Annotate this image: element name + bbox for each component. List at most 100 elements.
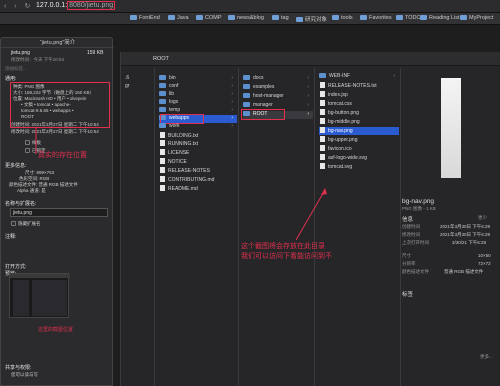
bookmark-item[interactable]: 研究对象 [296, 15, 327, 23]
more-button[interactable]: 更多... [480, 354, 493, 360]
annotation-screenshot-note-1: 这个截图将会存放在此目录 [241, 243, 325, 250]
bookmark-item[interactable]: news&blog [228, 15, 264, 21]
list-item[interactable]: BUILDING.txt [159, 132, 198, 140]
resolution-value: 72×72 [478, 261, 491, 266]
item-label: bin [169, 75, 176, 81]
list-item[interactable]: index.jsp [319, 91, 348, 99]
item-label: NOTICE [168, 159, 187, 165]
list-item[interactable]: docs › [243, 75, 313, 83]
annotation-thumb-note: 这里的截图位置 [38, 327, 74, 333]
opened-value: 3/30/21 下午6:28 [452, 240, 487, 245]
bookmark-item[interactable]: Favorites [360, 15, 392, 21]
folder-icon [420, 15, 427, 20]
more-info-section-label[interactable]: 更多信息: [5, 162, 26, 169]
bookmark-label: 研究对象 [305, 17, 328, 23]
list-item[interactable]: bg-upper.png [319, 136, 357, 144]
modified-label: 修改时间 [402, 232, 420, 237]
permission-text: 您可以读与写 [11, 372, 38, 377]
bookmark-item[interactable]: tools [332, 15, 353, 21]
list-item[interactable]: host-manager › [243, 93, 313, 101]
list-item[interactable]: work › [159, 123, 237, 131]
list-item[interactable]: lib › [159, 91, 237, 99]
open-with-section-label[interactable]: 打开方式: [5, 263, 26, 270]
folder-icon [168, 15, 175, 20]
list-item[interactable]: WEB-INF › [319, 73, 399, 81]
item-label: conf [169, 83, 179, 89]
preview-filename: bg-nav.png [402, 198, 435, 205]
info-panel-title: “jietu.png”简介 [1, 38, 114, 48]
bookmark-item[interactable]: COMP [196, 15, 222, 21]
list-item[interactable]: bin › [159, 75, 237, 83]
nav-icons[interactable]: ‹ › ↻ [4, 2, 33, 10]
list-item[interactable]: tomcat.css [319, 100, 352, 108]
file-icon [320, 118, 325, 124]
list-item[interactable]: bg-button.png [319, 109, 359, 117]
preview-less-button[interactable]: 更少 [478, 215, 487, 221]
list-item[interactable]: favicon.ico [319, 145, 352, 153]
folder-icon [130, 15, 137, 20]
folder-icon [332, 15, 339, 20]
item-label: index.jsp [328, 92, 348, 98]
item-label: bg-button.png [328, 110, 359, 116]
list-item[interactable]: LICENSE [159, 149, 189, 157]
info-filename: jietu.png [11, 50, 30, 56]
sharing-section-label[interactable]: 共享与权限: [5, 364, 31, 371]
modified-value: 2021年3月30日 下午6:28 [440, 232, 491, 237]
bookmark-item[interactable]: FontEnd [130, 15, 160, 21]
chevron-right-icon: › [307, 84, 309, 90]
list-item[interactable]: conf › [159, 83, 237, 91]
chevron-right-icon: › [307, 93, 309, 99]
bookmark-item[interactable]: TODO [396, 15, 421, 21]
list-item[interactable]: README.md [159, 185, 198, 193]
list-item[interactable]: bg-middle.png [319, 118, 360, 126]
list-item[interactable]: CONTRIBUTING.md [159, 176, 214, 184]
list-item-selected[interactable]: bg-nav.png [319, 127, 399, 135]
address-bar[interactable]: 127.0.0.1: 8080/jietu.png [36, 1, 116, 10]
hide-extension-checkbox[interactable]: 隐藏扩展名 [11, 221, 41, 227]
list-item[interactable]: logs › [159, 99, 237, 107]
list-item[interactable]: NOTICE [159, 158, 187, 166]
folder-icon [243, 93, 250, 98]
folder-icon [159, 107, 166, 112]
url-host: 127.0.0.1: [36, 2, 68, 9]
stationery-checkbox[interactable]: 样板 [25, 140, 41, 146]
chevron-right-icon: › [231, 107, 233, 113]
tags-field[interactable]: 添加标签… [5, 66, 28, 72]
item-label: bg-upper.png [328, 137, 358, 143]
item-label: docs [253, 75, 264, 81]
general-section-label[interactable]: 通用: [5, 75, 16, 82]
list-item[interactable]: examples › [243, 84, 313, 92]
list-item[interactable]: tomcat.svg [319, 163, 352, 171]
bookmark-item[interactable]: Java [168, 15, 189, 21]
bookmark-label: tools [341, 15, 353, 21]
item-label: .6 [125, 75, 130, 81]
bookmark-item[interactable]: Reading List [420, 15, 460, 21]
file-icon [320, 154, 325, 160]
item-label: WEB-INF [329, 73, 351, 79]
preview-kind: PNG 图像 - 1 KB [402, 206, 436, 211]
comments-section-label[interactable]: 注释: [5, 233, 16, 240]
finder-toolbar: ROOT [121, 52, 500, 66]
name-field[interactable]: jietu.png [10, 208, 108, 217]
file-icon [320, 91, 325, 97]
tags-label: 标签 [402, 292, 414, 298]
list-item[interactable]: asf-logo-wide.svg [319, 154, 367, 162]
folder-icon [243, 75, 250, 80]
bookmark-item[interactable]: MyProject [460, 15, 493, 21]
item-label: lib [169, 91, 175, 97]
list-item[interactable]: RUNNING.txt [159, 140, 198, 148]
list-item[interactable]: gr [125, 83, 129, 91]
list-item[interactable]: RELEASE-NOTES [159, 167, 210, 175]
chevron-right-icon: › [231, 91, 233, 97]
folder-icon [159, 123, 166, 128]
finder-column-1: .6 gr [121, 68, 155, 386]
name-ext-section-label[interactable]: 名称与扩展名: [5, 200, 36, 207]
bookmark-item[interactable]: tag [272, 15, 289, 21]
list-item[interactable]: RELEASE-NOTES.txt [319, 82, 377, 90]
bookmarks-bar: FontEnd Java COMP news&blog tag 研究对象 too… [0, 13, 500, 25]
file-icon [160, 149, 165, 155]
thumb-sidebar [13, 280, 29, 316]
list-item[interactable]: .6 [125, 75, 129, 83]
bookmark-label: TODO [405, 15, 421, 21]
checkbox-icon [11, 221, 16, 226]
